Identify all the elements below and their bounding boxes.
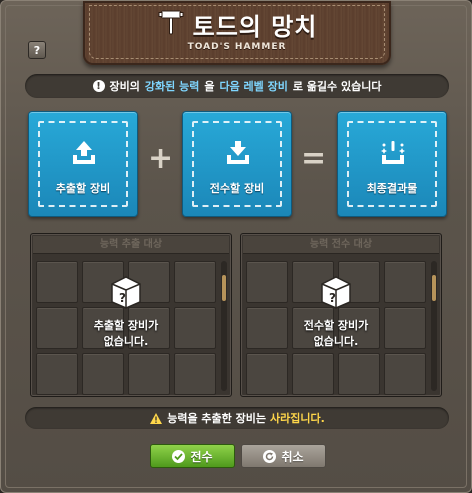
check-icon bbox=[172, 449, 186, 463]
upload-icon bbox=[73, 141, 95, 164]
exclamation-icon: ! bbox=[92, 80, 105, 92]
transfer-target-header: 능력 전수 대상 bbox=[243, 236, 439, 254]
refresh-icon bbox=[263, 449, 277, 463]
extract-equipment-slot[interactable]: 추출할 장비 bbox=[28, 111, 138, 217]
warning-highlight: 사라집니다. bbox=[269, 412, 325, 425]
inventory-cell[interactable] bbox=[36, 353, 78, 395]
toads-hammer-window: 토드의 망치 TOAD'S HAMMER ? ! 장비의 강화된 능력 을 다음 … bbox=[0, 0, 472, 493]
cancel-button-label: 취소 bbox=[281, 449, 304, 464]
window-subtitle: TOAD'S HAMMER bbox=[187, 42, 287, 52]
transfer-equipment-slot[interactable]: 전수할 장비 bbox=[182, 111, 292, 217]
inventory-cell[interactable] bbox=[384, 353, 426, 395]
inventory-cell[interactable] bbox=[292, 353, 334, 395]
empty-extract-line1: 추출할 장비가 bbox=[93, 319, 159, 332]
question-box-icon: ? bbox=[111, 276, 141, 309]
transfer-label: 전수할 장비 bbox=[209, 182, 265, 195]
empty-extract-message: 추출할 장비가 없습니다. bbox=[31, 318, 221, 350]
download-icon bbox=[227, 141, 249, 164]
inventory-cell[interactable] bbox=[174, 353, 216, 395]
sparkle-box-icon bbox=[381, 141, 405, 164]
info-prefix: 장비의 bbox=[109, 80, 140, 93]
scrollbar-thumb[interactable] bbox=[432, 275, 436, 301]
empty-transfer-message: 전수할 장비가 없습니다. bbox=[241, 318, 431, 350]
inventory-cell[interactable] bbox=[246, 353, 288, 395]
window-title: 토드의 망치 bbox=[192, 12, 318, 41]
warning-prefix: 능력을 추출한 장비는 bbox=[167, 412, 266, 425]
empty-transfer-line2: 없습니다. bbox=[313, 335, 359, 348]
warning-bar: 능력을 추출한 장비는 사라집니다. bbox=[25, 407, 449, 429]
empty-transfer-overlay: ? 전수할 장비가 없습니다. bbox=[241, 274, 431, 350]
title-plate: 토드의 망치 TOAD'S HAMMER bbox=[83, 1, 391, 65]
inventory-cell[interactable] bbox=[338, 353, 380, 395]
inventory-cell[interactable] bbox=[128, 353, 170, 395]
info-highlight-equipment: 다음 레벨 장비 bbox=[219, 80, 288, 93]
extract-label: 추출할 장비 bbox=[55, 182, 111, 195]
warning-icon bbox=[150, 412, 163, 424]
transfer-button[interactable]: 전수 bbox=[150, 444, 235, 468]
empty-extract-line2: 없습니다. bbox=[103, 335, 149, 348]
scrollbar[interactable] bbox=[431, 261, 437, 391]
question-box-icon: ? bbox=[321, 276, 351, 309]
transfer-button-label: 전수 bbox=[190, 449, 213, 464]
scrollbar-thumb[interactable] bbox=[222, 275, 226, 301]
empty-extract-overlay: ? 추출할 장비가 없습니다. bbox=[31, 274, 221, 350]
hammer-icon bbox=[157, 8, 185, 40]
extract-target-panel: 능력 추출 대상 ? 추출할 장비가 없습니다. bbox=[30, 233, 232, 397]
info-suffix: 로 옮길수 있습니다 bbox=[292, 80, 382, 93]
info-highlight-ability: 강화된 능력 bbox=[144, 80, 200, 93]
svg-text:?: ? bbox=[329, 291, 336, 305]
extract-target-header: 능력 추출 대상 bbox=[33, 236, 229, 254]
svg-text:?: ? bbox=[119, 291, 126, 305]
final-label: 최종결과물 bbox=[366, 182, 418, 195]
info-bar: ! 장비의 강화된 능력 을 다음 레벨 장비 로 옮길수 있습니다 bbox=[25, 74, 449, 98]
final-result-slot: 최종결과물 bbox=[337, 111, 447, 217]
inventory-cell[interactable] bbox=[82, 353, 124, 395]
empty-transfer-line1: 전수할 장비가 bbox=[303, 319, 369, 332]
equals-sign: = bbox=[301, 141, 327, 176]
scrollbar[interactable] bbox=[221, 261, 227, 391]
info-middle: 을 bbox=[204, 80, 215, 93]
plus-sign: + bbox=[148, 141, 174, 176]
transfer-target-panel: 능력 전수 대상 ? 전수할 장비가 없습니다. bbox=[240, 233, 442, 397]
cancel-button[interactable]: 취소 bbox=[241, 444, 326, 468]
help-button[interactable]: ? bbox=[28, 41, 46, 59]
title-row: 토드의 망치 bbox=[83, 7, 391, 41]
